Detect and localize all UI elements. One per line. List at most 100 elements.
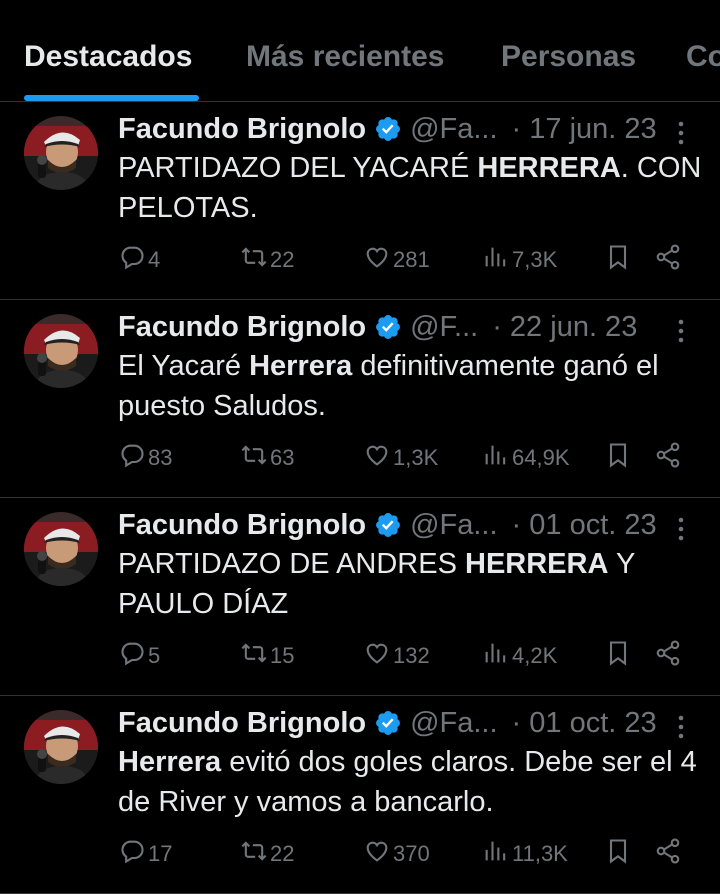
text-segment: El Yacaré xyxy=(118,350,250,382)
more-options-icon[interactable] xyxy=(676,714,686,740)
retweet-button[interactable]: 22 xyxy=(240,836,294,872)
author-name[interactable]: Facundo Brignolo xyxy=(118,704,366,742)
author-handle[interactable]: @F... xyxy=(410,308,478,346)
reply-button[interactable]: 5 xyxy=(118,638,160,674)
retweet-icon xyxy=(240,837,268,871)
verified-badge-icon xyxy=(374,313,402,341)
author-handle[interactable]: @Fa... xyxy=(410,704,497,742)
reply-button[interactable]: 17 xyxy=(118,836,172,872)
reply-count: 17 xyxy=(148,841,173,866)
like-button[interactable]: 132 xyxy=(363,638,430,674)
bookmark-icon xyxy=(604,639,632,673)
like-button[interactable]: 1,3K xyxy=(363,440,438,476)
bookmark-icon xyxy=(604,837,632,871)
like-count: 370 xyxy=(393,841,430,866)
author-handle[interactable]: @Fa... xyxy=(410,506,497,544)
reply-icon xyxy=(118,837,146,871)
reply-icon xyxy=(118,243,146,277)
bookmark-icon xyxy=(604,441,632,475)
share-button[interactable] xyxy=(654,836,682,872)
tweet[interactable]: Facundo Brignolo @Fa... · 01 oct. 23 Her… xyxy=(0,696,720,894)
retweet-count: 63 xyxy=(270,445,295,470)
tab-mas-recientes[interactable]: Más recientes xyxy=(246,40,444,74)
share-button[interactable] xyxy=(654,638,682,674)
avatar[interactable] xyxy=(24,512,98,586)
tweet-actions: 5 15 132 4,2K xyxy=(118,638,698,674)
tab-personas[interactable]: Personas xyxy=(501,40,636,74)
like-button[interactable]: 281 xyxy=(363,242,430,278)
reply-count: 4 xyxy=(148,247,161,272)
tweet[interactable]: Facundo Brignolo @F... · 22 jun. 23 El Y… xyxy=(0,300,720,498)
reply-button[interactable]: 83 xyxy=(118,440,172,476)
author-name[interactable]: Facundo Brignolo xyxy=(118,110,366,148)
views-button[interactable]: 4,2K xyxy=(482,638,557,674)
bookmark-button[interactable] xyxy=(604,836,632,872)
bookmark-icon xyxy=(604,243,632,277)
share-icon xyxy=(654,837,682,871)
highlighted-term: HERRERA xyxy=(465,548,609,580)
avatar[interactable] xyxy=(24,314,98,388)
search-tabs: Destacados Más recientes Personas Co xyxy=(0,0,720,102)
retweet-icon xyxy=(240,639,268,673)
tab-more-cut[interactable]: Co xyxy=(686,40,720,74)
views-chart-icon xyxy=(482,243,510,277)
views-button[interactable]: 7,3K xyxy=(482,242,557,278)
tweet-date[interactable]: · 22 jun. 23 xyxy=(492,308,637,346)
retweet-button[interactable]: 15 xyxy=(240,638,294,674)
text-segment: PARTIDAZO DE ANDRES xyxy=(118,548,465,580)
more-options-icon[interactable] xyxy=(676,516,686,542)
reply-count: 83 xyxy=(148,445,173,470)
tab-destacados[interactable]: Destacados xyxy=(24,40,192,74)
author-name[interactable]: Facundo Brignolo xyxy=(118,308,366,346)
more-options-icon[interactable] xyxy=(676,318,686,344)
reply-icon xyxy=(118,441,146,475)
views-count: 7,3K xyxy=(512,247,558,272)
views-button[interactable]: 11,3K xyxy=(482,836,568,872)
reply-button[interactable]: 4 xyxy=(118,242,160,278)
share-icon xyxy=(654,243,682,277)
share-button[interactable] xyxy=(654,440,682,476)
bookmark-button[interactable] xyxy=(604,242,632,278)
heart-icon xyxy=(363,639,391,673)
like-count: 1,3K xyxy=(393,445,439,470)
retweet-icon xyxy=(240,243,268,277)
bookmark-button[interactable] xyxy=(604,638,632,674)
tweet-date[interactable]: · 17 jun. 23 xyxy=(512,110,657,148)
avatar[interactable] xyxy=(24,710,98,784)
highlighted-term: HERRERA xyxy=(477,152,621,184)
views-button[interactable]: 64,9K xyxy=(482,440,570,476)
author-handle[interactable]: @Fa... xyxy=(410,110,497,148)
text-segment: PARTIDAZO DEL YACARÉ xyxy=(118,152,478,184)
views-count: 11,3K xyxy=(512,841,568,866)
highlighted-term: Herrera xyxy=(249,350,353,382)
retweet-count: 15 xyxy=(270,643,295,668)
share-button[interactable] xyxy=(654,242,682,278)
verified-badge-icon xyxy=(374,115,402,143)
retweet-count: 22 xyxy=(270,247,295,272)
tweet-date[interactable]: · 01 oct. 23 xyxy=(512,506,657,544)
avatar[interactable] xyxy=(24,116,98,190)
like-count: 132 xyxy=(393,643,430,668)
tweet-actions: 4 22 281 7,3K xyxy=(118,242,698,278)
tweet-date[interactable]: · 01 oct. 23 xyxy=(512,704,657,742)
more-options-icon[interactable] xyxy=(676,120,686,146)
reply-count: 5 xyxy=(148,643,161,668)
tweet-actions: 83 63 1,3K 64,9K xyxy=(118,440,698,476)
like-count: 281 xyxy=(393,247,430,272)
tweet[interactable]: Facundo Brignolo @Fa... · 01 oct. 23 PAR… xyxy=(0,498,720,696)
retweet-count: 22 xyxy=(270,841,295,866)
views-count: 64,9K xyxy=(512,445,570,470)
share-icon xyxy=(654,441,682,475)
verified-badge-icon xyxy=(374,511,402,539)
views-chart-icon xyxy=(482,837,510,871)
tweet-text: El Yacaré Herrera definitivamente ganó e… xyxy=(118,346,708,426)
highlighted-term: Herrera xyxy=(118,746,222,778)
retweet-button[interactable]: 63 xyxy=(240,440,294,476)
active-tab-indicator xyxy=(24,95,199,101)
like-button[interactable]: 370 xyxy=(363,836,430,872)
bookmark-button[interactable] xyxy=(604,440,632,476)
tweet[interactable]: Facundo Brignolo @Fa... · 17 jun. 23 PAR… xyxy=(0,102,720,300)
author-name[interactable]: Facundo Brignolo xyxy=(118,506,366,544)
retweet-button[interactable]: 22 xyxy=(240,242,294,278)
reply-icon xyxy=(118,639,146,673)
